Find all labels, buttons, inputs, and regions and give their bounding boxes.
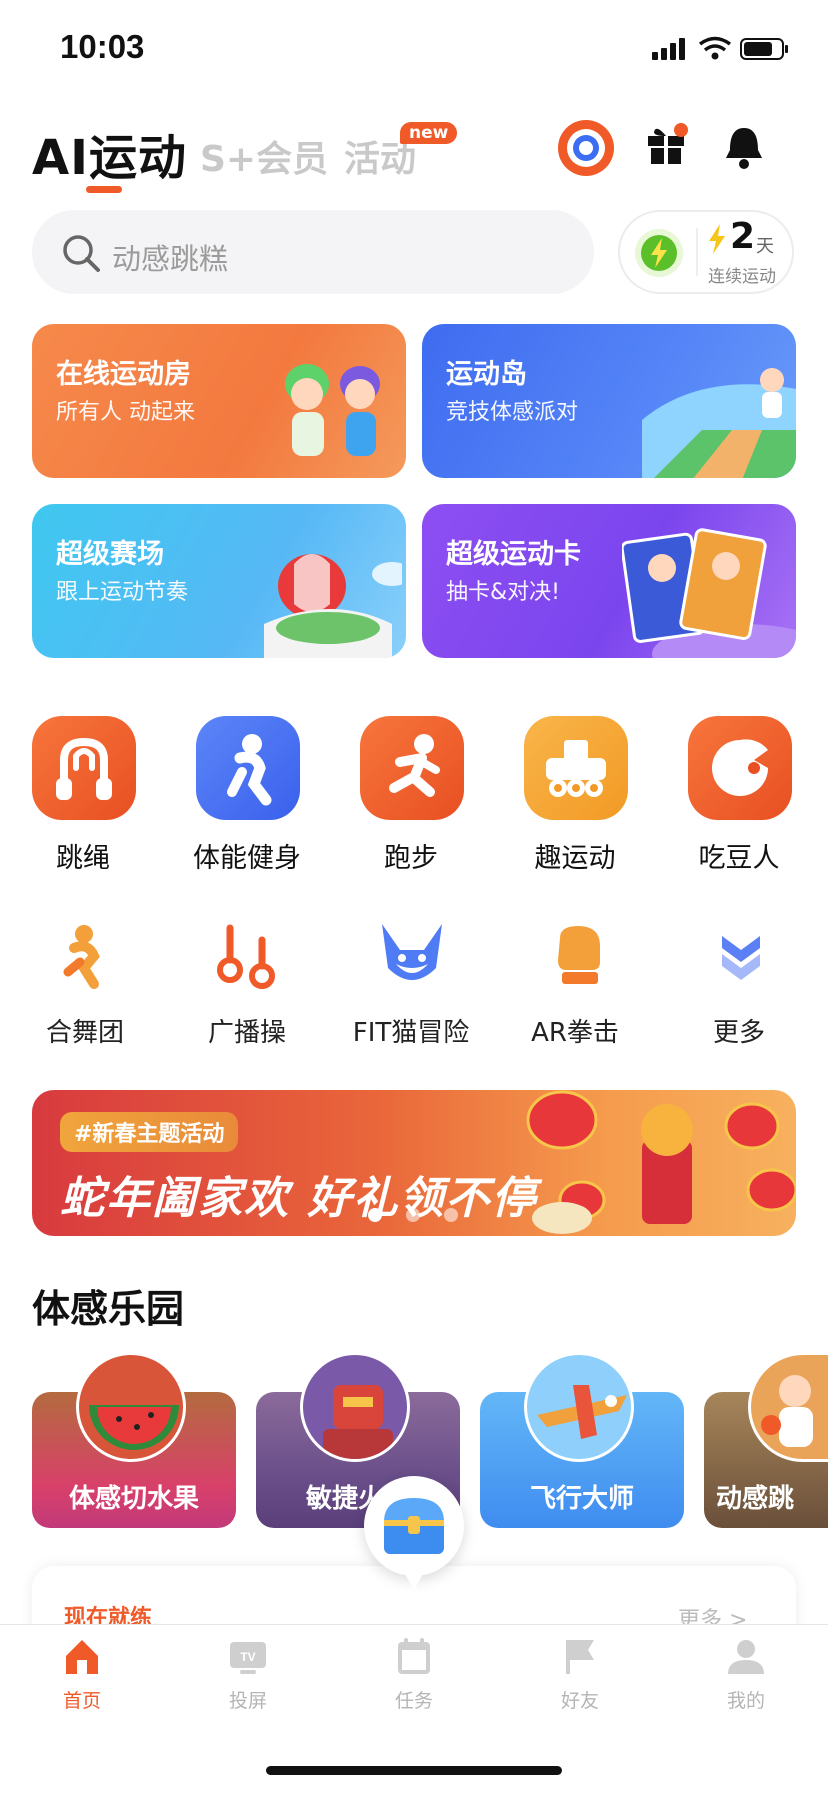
card-title: 在线运动房 bbox=[56, 359, 191, 390]
section-title: 体感乐园 bbox=[32, 1287, 185, 1331]
lightning-icon bbox=[709, 224, 725, 254]
tab-cast[interactable]: TV 投屏 bbox=[188, 1636, 308, 1713]
card-super-sport-card[interactable]: 超级运动卡 抽卡&对决! bbox=[422, 504, 796, 658]
pacman-icon bbox=[688, 716, 792, 820]
grid-label: 体能健身 bbox=[193, 843, 301, 874]
grid-label: 更多 bbox=[712, 1018, 765, 1048]
treasure-button[interactable] bbox=[364, 1476, 464, 1590]
flag-icon bbox=[566, 1640, 594, 1674]
fun-sport-icon bbox=[524, 716, 628, 820]
status-icons bbox=[652, 36, 788, 60]
card-title: 超级赛场 bbox=[56, 539, 164, 570]
treasure-chest-icon bbox=[384, 1498, 444, 1590]
tab-label: 好友 bbox=[560, 1690, 599, 1712]
chevron-double-down-icon[interactable] bbox=[716, 928, 766, 984]
grid-item-running[interactable] bbox=[360, 716, 464, 820]
stadium-illustration bbox=[264, 554, 402, 658]
festival-illustration bbox=[526, 1090, 796, 1234]
grid-label: 广播操 bbox=[207, 1018, 286, 1048]
jump-rope-icon bbox=[32, 716, 136, 820]
tv-icon: TV bbox=[230, 1642, 266, 1674]
game-avatar bbox=[300, 1352, 410, 1462]
tab-ai-sport[interactable]: AI运动 bbox=[32, 118, 187, 188]
streak-divider bbox=[696, 228, 698, 276]
grid-label: 吃豆人 bbox=[698, 843, 780, 874]
banner-tag: #新春主题活动 bbox=[60, 1112, 239, 1152]
bell-icon[interactable] bbox=[722, 124, 766, 172]
grid-item-fun-sport[interactable] bbox=[524, 716, 628, 820]
lightning-badge-icon bbox=[635, 229, 683, 277]
svg-text:TV: TV bbox=[240, 1650, 255, 1664]
gift-icon[interactable] bbox=[644, 120, 694, 170]
game-label: 飞行大师 bbox=[529, 1484, 634, 1514]
tab-label: 首页 bbox=[62, 1690, 101, 1712]
streak-label: 连续运动 bbox=[708, 267, 776, 287]
tab-home[interactable]: 首页 bbox=[22, 1636, 142, 1713]
island-illustration bbox=[642, 368, 796, 478]
carousel-dot bbox=[444, 1208, 458, 1222]
new-badge: new bbox=[400, 122, 458, 144]
trading-cards-illustration bbox=[622, 528, 796, 658]
card-online-room[interactable]: 在线运动房 所有人 动起来 bbox=[32, 324, 406, 478]
boxing-glove-icon[interactable] bbox=[548, 924, 608, 990]
tab-label: 我的 bbox=[726, 1690, 765, 1712]
fox-icon[interactable] bbox=[376, 920, 448, 992]
status-time: 10:03 bbox=[60, 28, 145, 65]
game-avatar bbox=[524, 1352, 634, 1462]
grid-item-jump-rope[interactable] bbox=[32, 716, 136, 820]
tab-active-indicator bbox=[86, 186, 122, 193]
grid-label: FIT猫冒险 bbox=[352, 1018, 470, 1048]
card-subtitle: 抽卡&对决! bbox=[446, 580, 560, 605]
grid-item-pacman[interactable] bbox=[688, 716, 792, 820]
card-subtitle: 所有人 动起来 bbox=[56, 400, 195, 425]
tab-label: 投屏 bbox=[228, 1690, 267, 1712]
grid-label: 跳绳 bbox=[56, 843, 110, 874]
grid-label: AR拳击 bbox=[531, 1018, 619, 1048]
grid-label: 合舞团 bbox=[45, 1018, 124, 1048]
card-title: 运动岛 bbox=[446, 359, 527, 390]
game-label: 动感跳 bbox=[716, 1484, 795, 1514]
search-placeholder: 动感跳糕 bbox=[112, 242, 229, 276]
tab-label: 任务 bbox=[394, 1690, 433, 1712]
tab-svip[interactable]: S+会员 bbox=[200, 130, 328, 182]
banner-title: 蛇年阖家欢 好礼领不停 bbox=[60, 1173, 538, 1224]
game-label: 体感切水果 bbox=[68, 1484, 199, 1514]
calendar-icon bbox=[398, 1638, 430, 1674]
carousel-dot-active bbox=[368, 1208, 382, 1222]
grid-label: 趣运动 bbox=[534, 843, 616, 874]
tab-me[interactable]: 我的 bbox=[686, 1636, 806, 1713]
game-avatar bbox=[76, 1352, 186, 1462]
streak-count: 2 bbox=[730, 216, 756, 257]
characters-illustration bbox=[285, 364, 380, 456]
streak-unit: 天 bbox=[756, 236, 774, 257]
tab-tasks[interactable]: 任务 bbox=[354, 1636, 474, 1713]
fitness-icon bbox=[196, 716, 300, 820]
carousel-dot bbox=[406, 1208, 420, 1222]
user-icon bbox=[728, 1640, 764, 1674]
card-subtitle: 竞技体感派对 bbox=[446, 400, 579, 425]
card-super-arena[interactable]: 超级赛场 跟上运动节奏 bbox=[32, 504, 406, 658]
home-icon bbox=[66, 1640, 98, 1674]
grid-item-fitness[interactable] bbox=[196, 716, 300, 820]
card-subtitle: 跟上运动节奏 bbox=[56, 580, 189, 605]
broadcast-exercise-icon[interactable] bbox=[216, 922, 280, 992]
dance-icon[interactable] bbox=[54, 922, 114, 992]
search-icon bbox=[63, 235, 100, 272]
avatar-ring-icon[interactable] bbox=[556, 118, 616, 178]
grid-label: 跑步 bbox=[384, 843, 438, 874]
card-title: 超级运动卡 bbox=[446, 539, 581, 570]
home-indicator bbox=[266, 1766, 562, 1775]
running-icon bbox=[360, 716, 464, 820]
card-sport-island[interactable]: 运动岛 竞技体感派对 bbox=[422, 324, 796, 478]
tab-friends[interactable]: 好友 bbox=[520, 1636, 640, 1713]
